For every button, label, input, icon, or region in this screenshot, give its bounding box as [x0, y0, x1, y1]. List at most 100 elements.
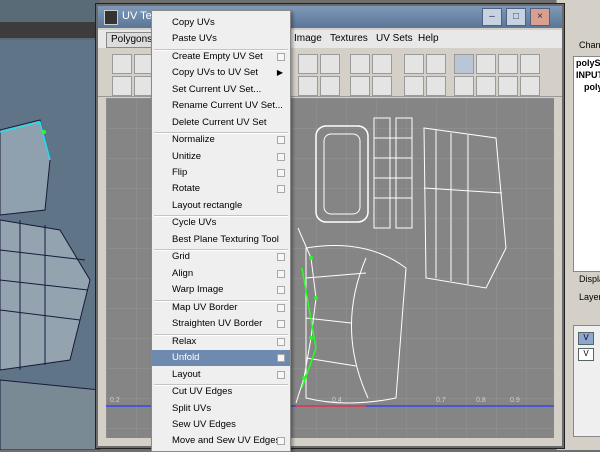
menu-item-label: Straighten UV Border: [172, 318, 263, 330]
menu-item-create-empty-uv-set[interactable]: Create Empty UV Set: [152, 49, 290, 65]
rotate-cw-icon[interactable]: [298, 76, 318, 96]
option-box-icon[interactable]: [277, 253, 285, 262]
flip-vertical-icon[interactable]: [320, 54, 340, 74]
channel-line[interactable]: INPUT: [574, 69, 600, 81]
option-box-icon[interactable]: [277, 286, 285, 295]
uv-tick-label: 0.7: [436, 397, 446, 404]
option-box-icon[interactable]: [277, 320, 285, 329]
rotate-ccw-icon[interactable]: [320, 76, 340, 96]
menu-item-sew-uv-edges[interactable]: Sew UV Edges: [152, 417, 290, 433]
channel-box-list[interactable]: polyS INPUT poly: [573, 56, 600, 272]
unfold-uv-icon[interactable]: [372, 76, 392, 96]
rgb-channel-icon[interactable]: [426, 76, 446, 96]
menu-item-label: Rename Current UV Set...: [172, 100, 283, 112]
viewport-toolbar[interactable]: [0, 22, 100, 38]
grid-display-icon[interactable]: [454, 54, 474, 74]
menu-item-rename-current-uv-set[interactable]: Rename Current UV Set...: [152, 98, 290, 114]
menu-item-label: Normalize: [172, 134, 215, 146]
menu-uv-sets[interactable]: UV Sets: [376, 33, 413, 44]
cut-uv-icon[interactable]: [350, 54, 370, 74]
menu-item-grid[interactable]: Grid: [152, 249, 290, 265]
image-display-icon[interactable]: [404, 54, 424, 74]
menu-item-label: Cut UV Edges: [172, 386, 233, 398]
texture-border-icon[interactable]: [476, 76, 496, 96]
menu-item-copy-uvs-to-uv-set[interactable]: Copy UVs to UV Set ▶: [152, 65, 290, 81]
menu-item-split-uvs[interactable]: Split UVs: [152, 401, 290, 417]
option-box-icon[interactable]: [277, 303, 285, 312]
menu-image[interactable]: Image: [294, 33, 322, 44]
uv-select-icon[interactable]: [112, 76, 132, 96]
menu-item-relax[interactable]: Relax: [152, 334, 290, 350]
menu-item-label: Unitize: [172, 150, 202, 162]
tank-model: [0, 119, 100, 450]
option-box-icon[interactable]: [277, 354, 285, 363]
paste-icon[interactable]: [520, 54, 540, 74]
menu-item-label: Set Current UV Set...: [172, 83, 262, 95]
option-box-icon[interactable]: [277, 269, 285, 278]
option-box-icon[interactable]: [277, 152, 285, 161]
menu-item-cycle-uvs[interactable]: Cycle UVs: [152, 215, 290, 231]
option-box-icon[interactable]: [277, 370, 285, 379]
uv-tick-label: 0.8: [476, 397, 486, 404]
menu-item-map-uv-border[interactable]: Map UV Border: [152, 300, 290, 316]
menu-item-label: Cycle UVs: [172, 217, 217, 229]
menu-item-layout[interactable]: Layout: [152, 367, 290, 383]
layer-visibility-toggle[interactable]: V: [578, 348, 594, 361]
dim-image-icon[interactable]: [498, 76, 518, 96]
maya-viewport[interactable]: [0, 0, 100, 450]
minimize-icon[interactable]: –: [482, 8, 502, 26]
channel-line[interactable]: poly: [574, 81, 600, 93]
layer-visibility-toggle[interactable]: V: [578, 332, 594, 345]
option-box-icon[interactable]: [277, 53, 285, 61]
shade-uv-icon[interactable]: [454, 76, 474, 96]
layout-uv-icon[interactable]: [350, 76, 370, 96]
menu-item-delete-current-uv-set[interactable]: Delete Current UV Set: [152, 115, 290, 131]
wireframe-toggle-icon[interactable]: [426, 54, 446, 74]
flip-horizontal-icon[interactable]: [298, 54, 318, 74]
menu-item-set-current-uv-set[interactable]: Set Current UV Set...: [152, 82, 290, 98]
menu-item-label: Relax: [172, 335, 197, 347]
menu-item-label: Delete Current UV Set: [172, 116, 267, 128]
menu-item-paste-uvs[interactable]: Paste UVs: [152, 31, 290, 47]
menu-item-straighten-uv-border[interactable]: Straighten UV Border: [152, 316, 290, 332]
option-box-icon[interactable]: [277, 169, 285, 177]
menu-item-label: Paste UVs: [172, 33, 217, 45]
menu-item-align[interactable]: Align: [152, 266, 290, 282]
menu-item-warp-image[interactable]: Warp Image: [152, 282, 290, 298]
uv-grid-icon[interactable]: [112, 54, 132, 74]
copy-icon[interactable]: [498, 54, 518, 74]
option-box-icon[interactable]: [277, 185, 285, 194]
polygons-dropdown-menu: Copy UVs Paste UVs Create Empty UV Set Copy…: [151, 10, 291, 452]
menu-item-cut-uv-edges[interactable]: Cut UV Edges: [152, 384, 290, 400]
menu-item-rotate[interactable]: Rotate: [152, 181, 290, 197]
layer-label: Layer: [579, 292, 600, 302]
menu-item-unfold[interactable]: Unfold: [152, 350, 290, 367]
menu-item-flip[interactable]: Flip: [152, 165, 290, 181]
sew-uv-icon[interactable]: [372, 54, 392, 74]
menu-item-label: Copy UVs to UV Set: [172, 67, 259, 79]
option-box-icon[interactable]: [277, 437, 285, 446]
layer-list[interactable]: V V: [573, 325, 600, 437]
checker-tile-icon[interactable]: [520, 76, 540, 96]
channel-line[interactable]: polyS: [574, 57, 600, 69]
menu-item-best-plane-texturing-tool[interactable]: Best Plane Texturing Tool: [152, 232, 290, 248]
menu-item-label: Layout: [172, 368, 201, 380]
option-box-icon[interactable]: [277, 136, 285, 145]
menu-item-label: Map UV Border: [172, 301, 238, 313]
close-icon[interactable]: ×: [530, 8, 550, 26]
menu-item-label: Warp Image: [172, 284, 224, 296]
menu-item-label: Flip: [172, 167, 188, 178]
menu-item-move-and-sew-uv-edges[interactable]: Move and Sew UV Edges: [152, 433, 290, 449]
option-box-icon[interactable]: [277, 337, 285, 346]
menu-item-layout-rectangle[interactable]: Layout rectangle: [152, 198, 290, 214]
menu-item-normalize[interactable]: Normalize: [152, 132, 290, 148]
menu-item-unitize[interactable]: Unitize: [152, 149, 290, 165]
checker-icon[interactable]: [404, 76, 424, 96]
menu-item-label: Grid: [172, 251, 190, 263]
menu-item-copy-uvs[interactable]: Copy UVs: [152, 15, 290, 31]
menu-item-label: Layout rectangle: [172, 199, 243, 211]
maximize-icon[interactable]: □: [506, 8, 526, 26]
magnet-snap-icon[interactable]: [476, 54, 496, 74]
menu-help[interactable]: Help: [418, 33, 439, 44]
menu-textures[interactable]: Textures: [330, 33, 368, 44]
